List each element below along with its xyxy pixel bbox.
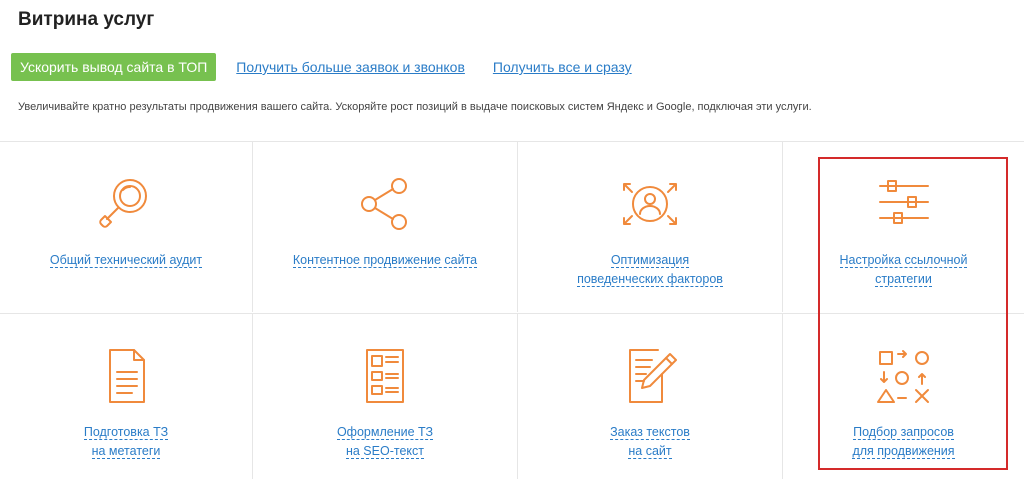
magnifier-icon — [99, 179, 147, 228]
tab-speed-up-top[interactable]: Ускорить вывод сайта в ТОП — [11, 53, 217, 81]
text-layout-icon — [366, 349, 404, 403]
service-card-technical-audit[interactable]: Общий технический аудит — [0, 142, 252, 312]
service-card-seo-text[interactable]: Оформление ТЗ на SEO-текст — [252, 313, 517, 479]
service-label: Подготовка ТЗ на метатеги — [83, 425, 169, 459]
document-icon — [109, 349, 145, 403]
tab-more-leads[interactable]: Получить больше заявок и звонков — [236, 59, 465, 75]
service-card-order-texts[interactable]: Заказ текстов на сайт — [517, 313, 782, 479]
service-label: Контентное продвижение сайта — [292, 253, 478, 268]
edit-document-icon — [629, 349, 677, 403]
service-tabs: Ускорить вывод сайта в ТОП Получить боль… — [11, 53, 632, 81]
page-title: Витрина услуг — [18, 9, 155, 30]
tab-all-at-once[interactable]: Получить все и сразу — [493, 59, 632, 75]
page-description: Увеличивайте кратно результаты продвижен… — [18, 101, 812, 113]
service-label: Общий технический аудит — [49, 253, 203, 268]
user-target-icon — [623, 183, 677, 225]
share-icon — [361, 178, 407, 230]
service-label: Оформление ТЗ на SEO-текст — [336, 425, 434, 459]
service-label: Оптимизация поведенческих факторов — [577, 253, 723, 287]
service-label: Заказ текстов на сайт — [610, 425, 690, 459]
service-card-behavioral-factors[interactable]: Оптимизация поведенческих факторов — [517, 142, 782, 312]
service-card-content-promotion[interactable]: Контентное продвижение сайта — [252, 142, 517, 312]
service-card-meta-tags[interactable]: Подготовка ТЗ на метатеги — [0, 313, 252, 479]
highlight-frame — [818, 157, 1008, 470]
